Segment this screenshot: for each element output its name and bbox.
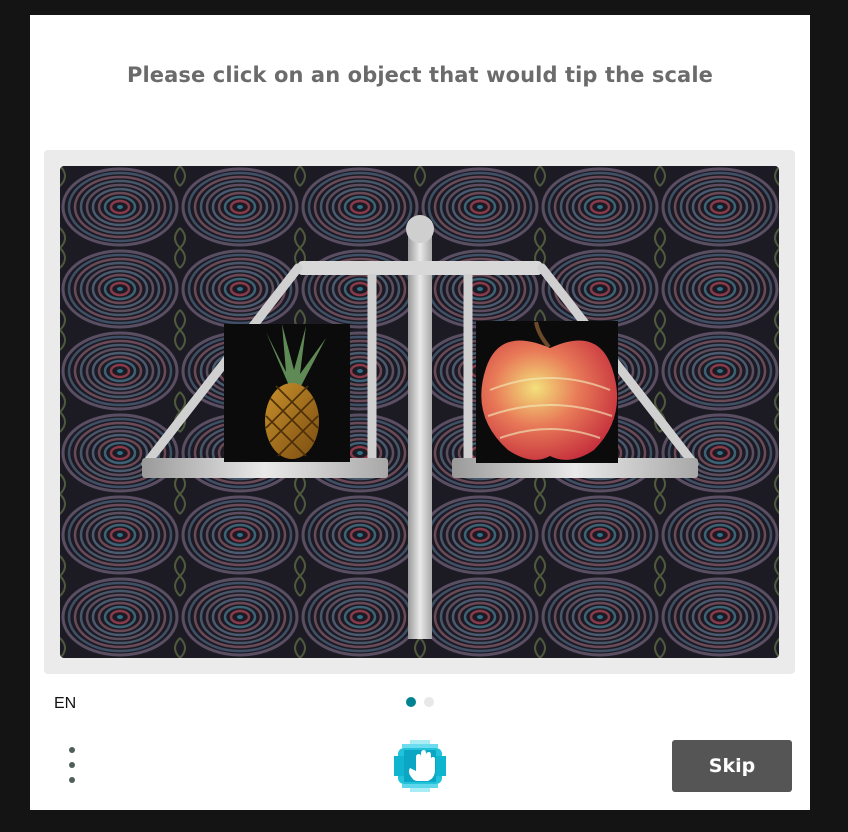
language-selector[interactable]: EN <box>54 695 76 713</box>
challenge-prompt: Please click on an object that would tip… <box>127 63 713 87</box>
image-frame <box>44 150 795 674</box>
pagination-dot[interactable] <box>424 697 434 707</box>
challenge-card: Please click on an object that would tip… <box>30 15 810 810</box>
skip-button[interactable]: Skip <box>672 740 792 792</box>
challenge-image[interactable] <box>60 166 779 658</box>
hand-logo-icon <box>394 740 446 792</box>
pagination-dot-active[interactable] <box>406 697 416 707</box>
pineapple[interactable] <box>224 324 350 462</box>
apple[interactable] <box>476 321 618 463</box>
vertical-dots-icon[interactable] <box>64 745 80 785</box>
